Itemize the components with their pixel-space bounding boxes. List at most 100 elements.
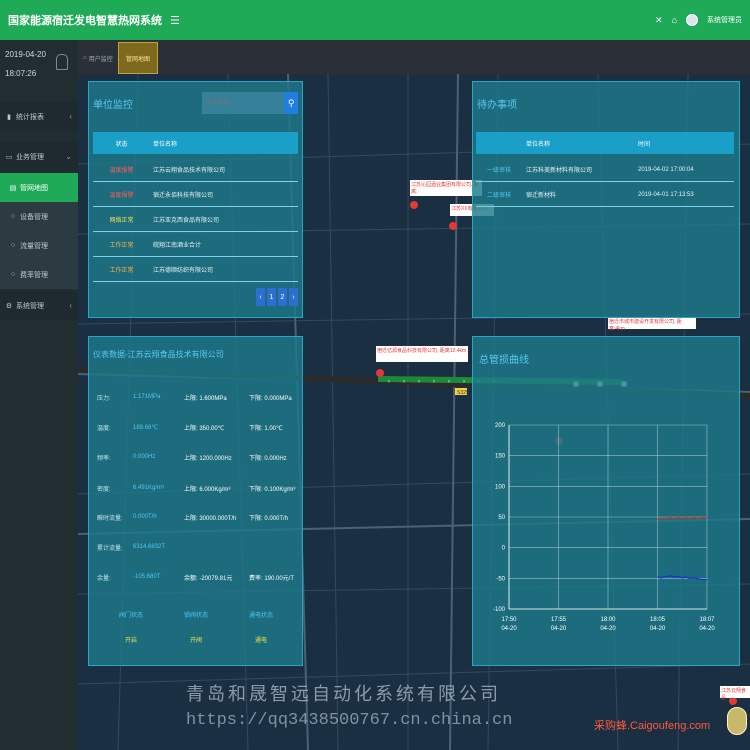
sidebar-item-label: 统计报表 bbox=[16, 113, 44, 121]
x-tick-label: 18:00 bbox=[600, 617, 616, 623]
map-label[interactable]: 宿迁亿源食品科技有限公司, 距离12.4km bbox=[376, 346, 468, 362]
panel-title: 待办事项 bbox=[477, 100, 517, 111]
lock-status-value[interactable]: 开阀 bbox=[190, 635, 202, 644]
table-row[interactable]: 工作正常 江苏德顺纺织有限公司 bbox=[93, 258, 298, 282]
meter-row: 压力: 1.171MPa 上限: 1.600MPa 下限: 0.000MPa bbox=[97, 394, 292, 402]
sidebar-item-label: 业务管理 bbox=[16, 153, 44, 161]
search-icon[interactable]: ⚲ bbox=[284, 92, 298, 114]
panel-title: 仪表数据-江苏云翔食品技术有限公司 bbox=[93, 350, 224, 359]
table-row[interactable]: 温度报警 江苏云翔食品技术有限公司 bbox=[93, 158, 298, 182]
floating-button[interactable] bbox=[727, 707, 747, 735]
y-tick-label: -100 bbox=[493, 607, 506, 613]
table-row[interactable]: 一级审核 江苏科美新材料有限公司 2019-04-02 17:00:04 bbox=[476, 158, 734, 182]
sidebar-item-rates[interactable]: ○ 费率管理 bbox=[0, 260, 78, 289]
todo-panel: 待办事项 单位名称 时间 一级审核 江苏科美新材料有限公司 2019-04-02… bbox=[472, 81, 740, 318]
svg-text:›: › bbox=[403, 379, 405, 385]
x-tick-label: 04-20 bbox=[501, 626, 517, 632]
y-tick-label: -50 bbox=[496, 576, 505, 582]
map-icon: ▤ bbox=[9, 184, 17, 192]
svg-text:›: › bbox=[433, 379, 435, 385]
chevron-left-icon: ‹ bbox=[69, 112, 72, 121]
gear-icon: ⚙ bbox=[5, 302, 13, 310]
meter-row: 密度: 6.491Kg/m³ 上限: 6.000Kg/m³ 下限: 0.100K… bbox=[97, 485, 296, 493]
valve-status-label: 阀门状态 bbox=[119, 613, 144, 619]
bars-icon[interactable]: ☰ bbox=[170, 14, 180, 27]
sidebar-item-label: 费率管理 bbox=[20, 271, 48, 279]
sidebar-item-business[interactable]: ▭ 业务管理 ⌄ bbox=[0, 142, 78, 171]
power-status-value[interactable]: 通电 bbox=[255, 635, 267, 644]
avatar[interactable] bbox=[686, 14, 698, 26]
search-input[interactable] bbox=[202, 92, 285, 114]
meter-row: 余量: -105.680T 余额: -20079.81元 费率: 190.00元… bbox=[97, 574, 295, 582]
bar-chart-icon: ▮ bbox=[7, 113, 11, 121]
meter-data-panel: 仪表数据-江苏云翔食品技术有限公司 压力: 1.171MPa 上限: 1.600… bbox=[88, 336, 303, 666]
home-icon[interactable]: ⌂ bbox=[672, 15, 677, 25]
tab-pipe-map[interactable]: 管网地图 bbox=[118, 42, 158, 74]
prev-page-button[interactable]: ‹ bbox=[256, 288, 265, 306]
y-tick-label: 100 bbox=[495, 484, 506, 490]
close-icon[interactable]: ✕ bbox=[655, 15, 663, 26]
unit-monitor-panel: 单位监控 ⚲ 状态 单位名称 温度报警 江苏云翔食品技术有限公司 温度报警 宿迁… bbox=[88, 81, 303, 318]
top-right-tools: ✕ ⌂ 系统管理员 bbox=[655, 0, 742, 40]
x-tick-label: 04-20 bbox=[551, 626, 567, 632]
bell-icon bbox=[56, 54, 68, 70]
map-label[interactable]: 宿迁市城市建设开发有限公司, 距离:4km bbox=[608, 317, 696, 332]
svg-text:›: › bbox=[448, 379, 450, 385]
app-title: 国家能源宿迁发电智慧热网系统 bbox=[8, 15, 162, 27]
tab-bar: ⌂ 用户监控 管网地图 bbox=[78, 40, 750, 74]
unit-search: ⚲ bbox=[202, 92, 298, 114]
x-tick-label: 04-20 bbox=[650, 626, 666, 632]
sidebar-item-devices[interactable]: ○ 设备管理 bbox=[0, 202, 78, 231]
table-row[interactable]: 二级审核 宿迁新材料 2019-04-01 17:13:53 bbox=[476, 183, 734, 207]
valve-status-value[interactable]: 开启 bbox=[125, 635, 137, 644]
home-icon: ⌂ bbox=[83, 55, 87, 61]
status-badge: 工作正常 bbox=[109, 243, 134, 249]
table-header: 单位名称 时间 bbox=[476, 132, 734, 154]
todo-type: 二级审核 bbox=[486, 193, 511, 199]
y-tick-label: 150 bbox=[495, 454, 506, 460]
current-time: 18:07:26 bbox=[5, 69, 37, 78]
x-tick-label: 18:05 bbox=[650, 617, 666, 623]
sidebar-item-label: 流量管理 bbox=[20, 242, 48, 250]
status-badge: 网络正常 bbox=[109, 218, 134, 224]
status-badge: 温度报警 bbox=[109, 193, 134, 199]
status-badge: 温度报警 bbox=[109, 168, 134, 174]
svg-text:›: › bbox=[388, 379, 390, 385]
map-label[interactable]: 江苏云翔食品 bbox=[720, 686, 750, 701]
status-badge: 工作正常 bbox=[109, 268, 134, 274]
watermark-company: 青岛和晟智远自动化系统有限公司 bbox=[186, 684, 501, 704]
x-tick-label: 17:55 bbox=[551, 617, 567, 623]
sidebar-item-reports[interactable]: ▮ 统计报表 ‹ bbox=[0, 102, 78, 131]
top-bar: 国家能源宿迁发电智慧热网系统 ☰ ✕ ⌂ 系统管理员 bbox=[0, 0, 750, 40]
sidebar-item-pipe-map[interactable]: ▤ 管网地图 bbox=[0, 173, 78, 202]
x-tick-label: 18:07 bbox=[699, 617, 715, 623]
sidebar-item-label: 管网地图 bbox=[20, 184, 48, 192]
sidebar: 2019-04-20 18:07:26 ▮ 统计报表 ‹ ▭ 业务管理 ⌄ ▤ … bbox=[0, 40, 78, 750]
svg-text:›: › bbox=[418, 379, 420, 385]
next-page-button[interactable]: › bbox=[289, 288, 298, 306]
monitor-icon: ▭ bbox=[5, 153, 13, 161]
pagination: ‹ 1 2 › bbox=[256, 288, 298, 306]
sidebar-item-flow[interactable]: ○ 流量管理 bbox=[0, 231, 78, 260]
table-row[interactable]: 网络正常 江苏亚克西食品有限公司 bbox=[93, 208, 298, 232]
y-tick-label: 0 bbox=[502, 546, 506, 552]
y-tick-label: 200 bbox=[495, 423, 506, 429]
tab-user-monitor[interactable]: ⌂ 用户监控 bbox=[78, 42, 118, 74]
series-line bbox=[657, 575, 707, 581]
pipe-loss-chart-panel: 总管损曲线 200 150 100 50 0 -50 -100 17:50 04-20 17:55… bbox=[472, 336, 740, 666]
x-tick-label: 17:50 bbox=[501, 617, 517, 623]
y-tick-label: 50 bbox=[498, 515, 505, 521]
power-status-label: 通电状态 bbox=[249, 613, 274, 619]
page-2-button[interactable]: 2 bbox=[278, 288, 287, 306]
sidebar-item-label: 系统管理 bbox=[16, 302, 44, 310]
user-name[interactable]: 系统管理员 bbox=[707, 15, 742, 25]
circle-icon: ○ bbox=[10, 242, 16, 249]
page-1-button[interactable]: 1 bbox=[267, 288, 276, 306]
table-row[interactable]: 工作正常 皖翔江南酒业合计 bbox=[93, 233, 298, 257]
sidebar-item-system[interactable]: ⚙ 系统管理 ‹ bbox=[0, 291, 78, 320]
lock-status-label: 锁阀状态 bbox=[184, 613, 209, 619]
table-row[interactable]: 温度报警 宿迁永佰科技有限公司 bbox=[93, 183, 298, 207]
pipe-loss-chart: 200 150 100 50 0 -50 -100 17:50 04-20 17:55 04-20 1… bbox=[493, 423, 715, 632]
x-tick-label: 04-20 bbox=[600, 626, 616, 632]
svg-text:S325: S325 bbox=[457, 390, 469, 396]
